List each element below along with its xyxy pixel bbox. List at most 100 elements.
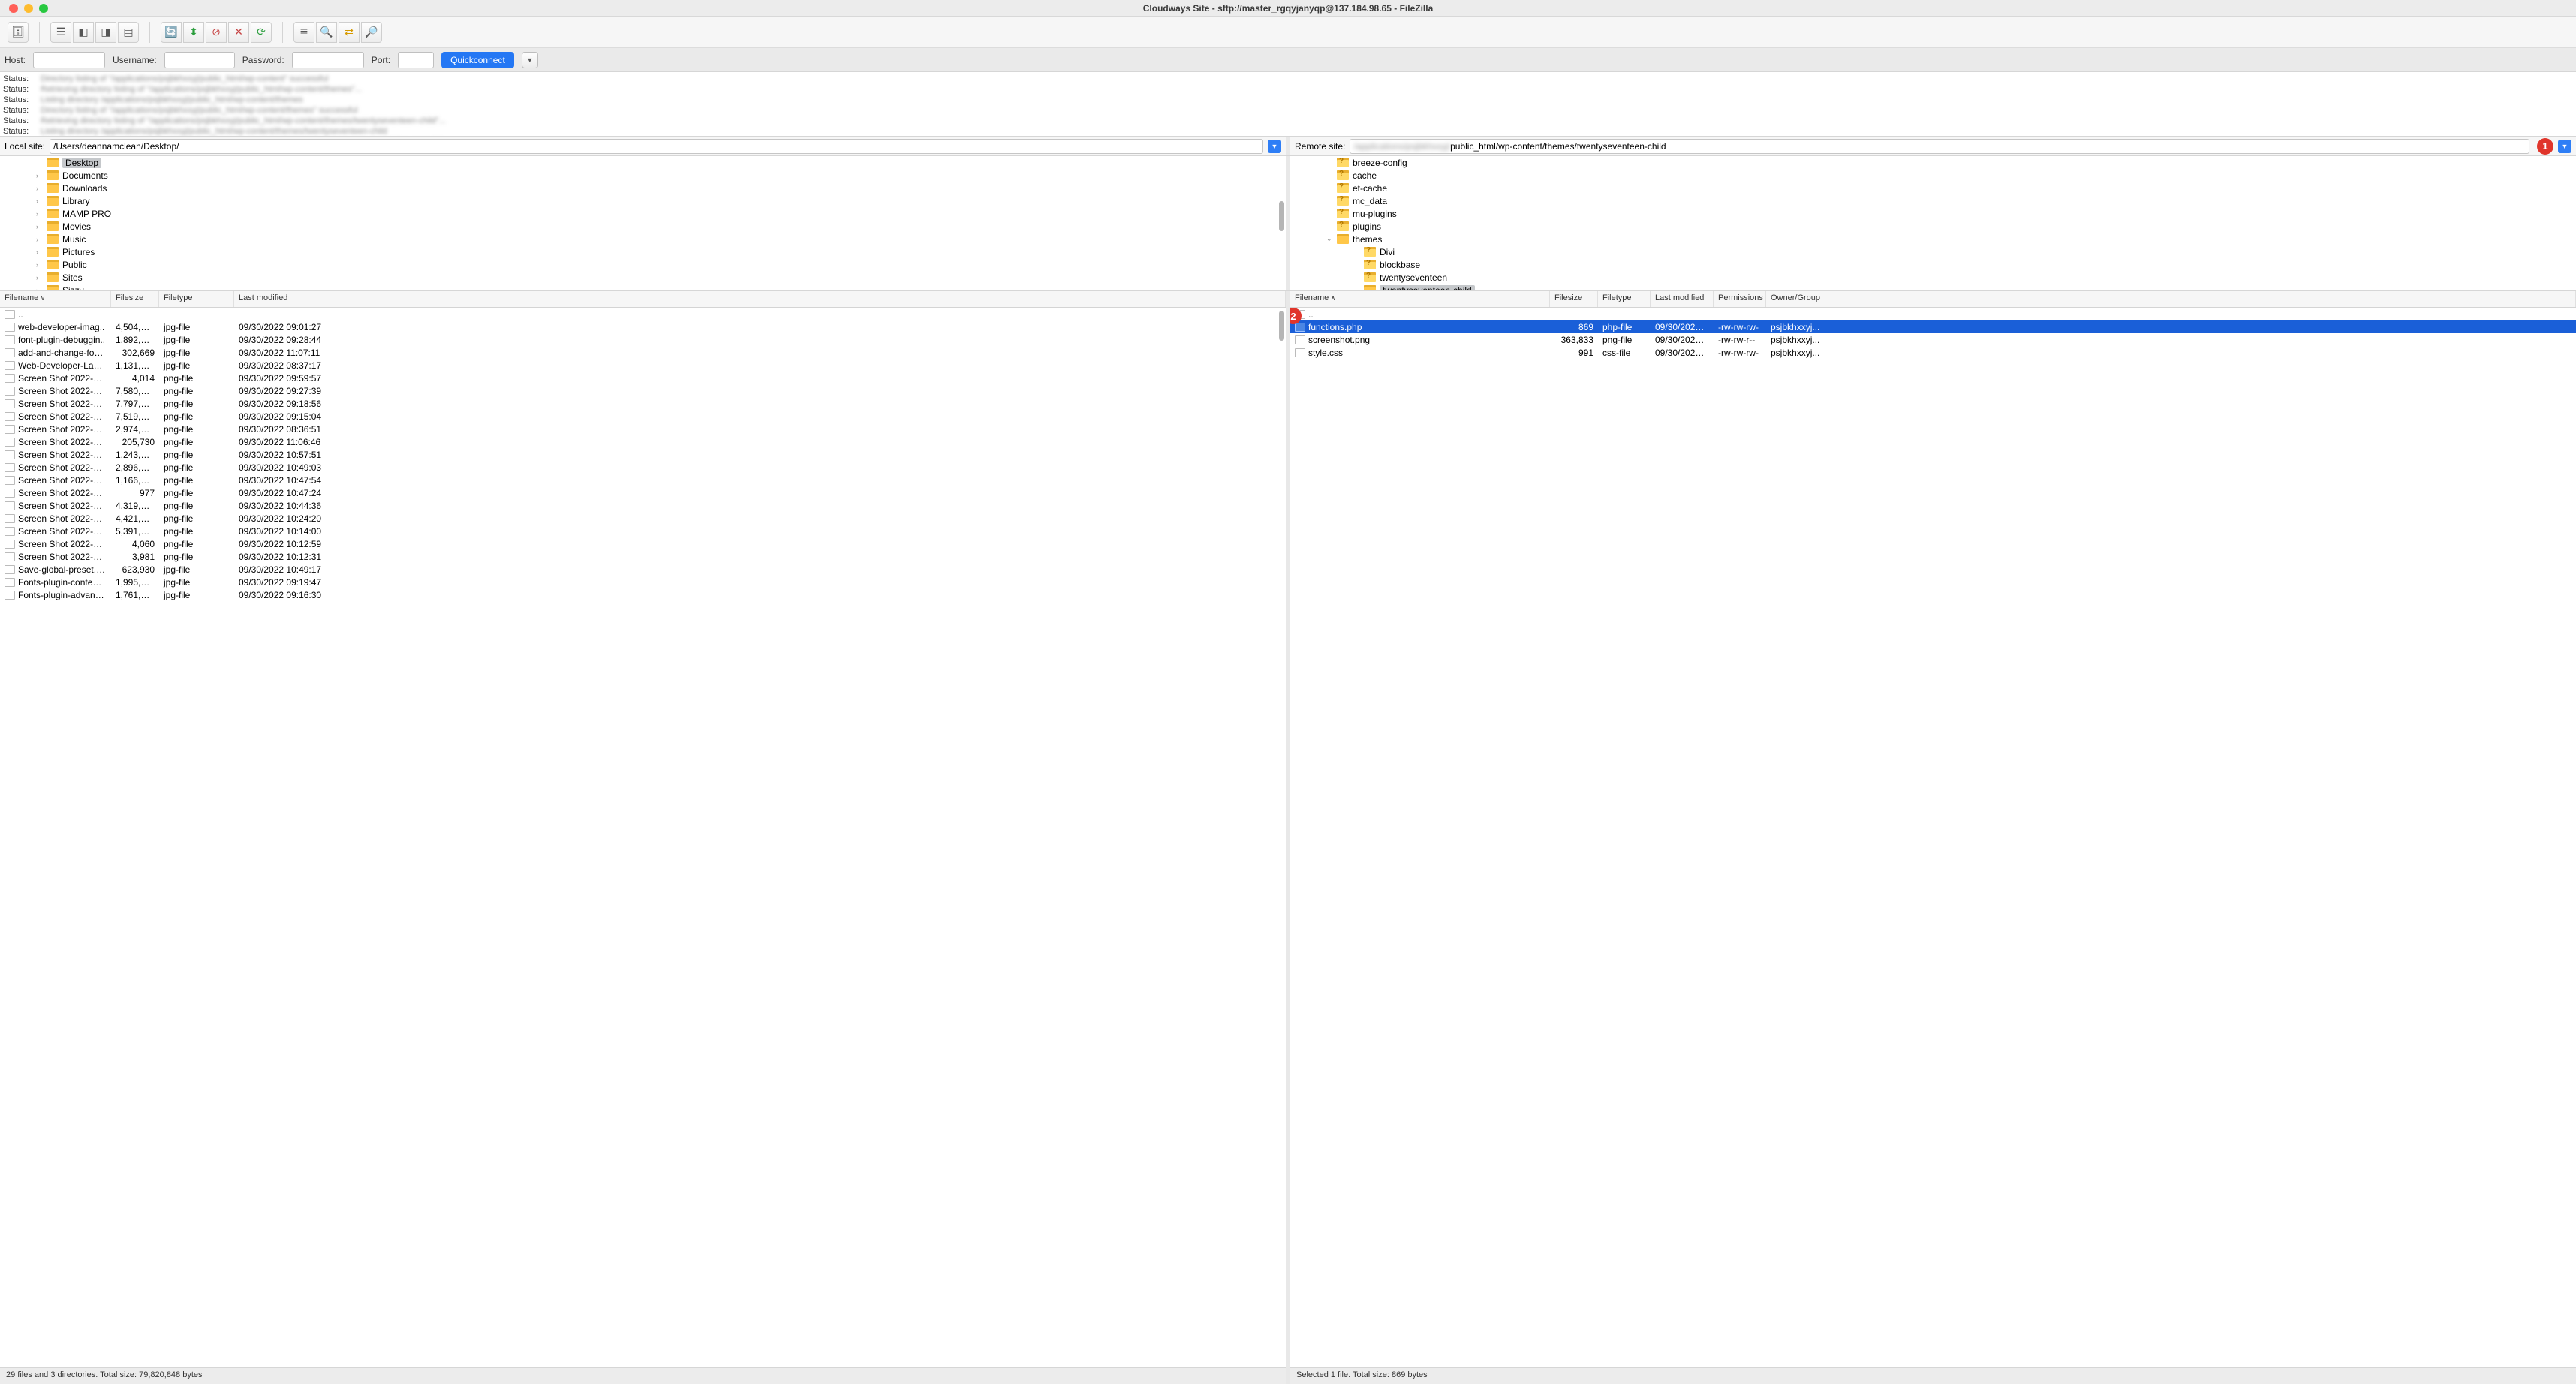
tree-item[interactable]: ›Sizzy: [0, 284, 1286, 290]
quickconnect-history-dropdown[interactable]: ▼: [522, 52, 538, 68]
col-filetype[interactable]: Filetype: [159, 291, 234, 307]
reconnect-button[interactable]: ⟳: [251, 22, 272, 43]
local-tree[interactable]: Desktop›Documents›Downloads›Library›MAMP…: [0, 156, 1286, 290]
disclosure-icon[interactable]: ›: [36, 210, 45, 218]
tree-item[interactable]: ›Downloads: [0, 182, 1286, 194]
col-modified[interactable]: Last modified: [1651, 291, 1714, 307]
col-permissions[interactable]: Permissions: [1714, 291, 1766, 307]
col-filesize[interactable]: Filesize: [111, 291, 159, 307]
file-row[interactable]: functions.php869php-file09/30/2022 1...-…: [1290, 320, 2576, 333]
file-row[interactable]: web-developer-imag..4,504,790jpg-file09/…: [0, 320, 1286, 333]
file-row[interactable]: Screen Shot 2022-09..1,166,474png-file09…: [0, 474, 1286, 486]
col-filename[interactable]: Filename: [1290, 291, 1550, 307]
disclosure-icon[interactable]: ›: [36, 274, 45, 281]
remote-site-input[interactable]: /applications/psjbkhxxyj/ public_html/wp…: [1350, 139, 2529, 154]
file-row[interactable]: Screen Shot 2022-09..7,797,810png-file09…: [0, 397, 1286, 410]
file-row[interactable]: Fonts-plugin-content...1,995,043jpg-file…: [0, 576, 1286, 588]
tree-item[interactable]: ›Sites: [0, 271, 1286, 284]
tree-item[interactable]: Desktop: [0, 156, 1286, 169]
tree-item[interactable]: ⌄themes: [1290, 233, 2576, 245]
tree-item[interactable]: et-cache: [1290, 182, 2576, 194]
file-row[interactable]: Screen Shot 2022-09..205,730png-file09/3…: [0, 435, 1286, 448]
tree-item[interactable]: blockbase: [1290, 258, 2576, 271]
tree-item[interactable]: mc_data: [1290, 194, 2576, 207]
search-button[interactable]: 🔎: [361, 22, 382, 43]
process-queue-button[interactable]: ⬍: [183, 22, 204, 43]
file-row[interactable]: Screen Shot 2022-09..2,974,217png-file09…: [0, 423, 1286, 435]
file-row[interactable]: ..: [1290, 308, 2576, 320]
tree-item[interactable]: ›Documents: [0, 169, 1286, 182]
file-row[interactable]: Screen Shot 2022-09..4,014png-file09/30/…: [0, 372, 1286, 384]
tree-item[interactable]: mu-plugins: [1290, 207, 2576, 220]
file-row[interactable]: Screen Shot 2022-09..5,391,968png-file09…: [0, 525, 1286, 537]
tree-item[interactable]: ›MAMP PRO: [0, 207, 1286, 220]
disclosure-icon[interactable]: ›: [36, 197, 45, 205]
file-row[interactable]: Web-Developer-Layo...1,131,777jpg-file09…: [0, 359, 1286, 372]
local-tree-scrollbar[interactable]: [1277, 156, 1286, 290]
tree-item[interactable]: Divi: [1290, 245, 2576, 258]
sync-browse-button[interactable]: ⇄: [339, 22, 360, 43]
file-row[interactable]: Fonts-plugin-advanc...1,761,059jpg-file0…: [0, 588, 1286, 601]
file-row[interactable]: Save-global-preset.jpg623,930jpg-file09/…: [0, 563, 1286, 576]
tree-item[interactable]: twentyseventeen-child: [1290, 284, 2576, 290]
tree-item[interactable]: cache: [1290, 169, 2576, 182]
toggle-transfer-queue-button[interactable]: ▤: [118, 22, 139, 43]
remote-file-body[interactable]: ..functions.php869php-file09/30/2022 1..…: [1290, 308, 2576, 1367]
file-row[interactable]: Screen Shot 2022-09..4,421,766png-file09…: [0, 512, 1286, 525]
file-row[interactable]: style.css991css-file09/30/2022 1...-rw-r…: [1290, 346, 2576, 359]
disclosure-icon[interactable]: ⌄: [1326, 235, 1335, 243]
file-row[interactable]: font-plugin-debuggin..1,892,853jpg-file0…: [0, 333, 1286, 346]
zoom-window-button[interactable]: [39, 4, 48, 13]
remote-file-header[interactable]: Filename Filesize Filetype Last modified…: [1290, 291, 2576, 308]
local-file-body[interactable]: ..web-developer-imag..4,504,790jpg-file0…: [0, 308, 1286, 1367]
minimize-window-button[interactable]: [24, 4, 33, 13]
quickconnect-button[interactable]: Quickconnect: [441, 52, 514, 68]
refresh-button[interactable]: 🔄: [161, 22, 182, 43]
tree-item[interactable]: breeze-config: [1290, 156, 2576, 169]
file-row[interactable]: Screen Shot 2022-09..7,580,200png-file09…: [0, 384, 1286, 397]
toggle-remote-tree-button[interactable]: ◨: [95, 22, 116, 43]
file-row[interactable]: Screen Shot 2022-09..7,519,087png-file09…: [0, 410, 1286, 423]
col-filename[interactable]: Filename: [0, 291, 111, 307]
compare-button[interactable]: 🔍: [316, 22, 337, 43]
col-filetype[interactable]: Filetype: [1598, 291, 1651, 307]
local-site-input[interactable]: /Users/deannamclean/Desktop/: [50, 139, 1263, 154]
file-row[interactable]: ..: [0, 308, 1286, 320]
disconnect-button[interactable]: ✕: [228, 22, 249, 43]
disclosure-icon[interactable]: ›: [36, 248, 45, 256]
disclosure-icon[interactable]: ›: [36, 236, 45, 243]
password-input[interactable]: [292, 52, 364, 68]
file-row[interactable]: Screen Shot 2022-09..4,060png-file09/30/…: [0, 537, 1286, 550]
local-file-header[interactable]: Filename Filesize Filetype Last modified: [0, 291, 1286, 308]
host-input[interactable]: [33, 52, 105, 68]
cancel-button[interactable]: ⊘: [206, 22, 227, 43]
file-row[interactable]: Screen Shot 2022-09..977png-file09/30/20…: [0, 486, 1286, 499]
local-site-dropdown[interactable]: ▼: [1268, 140, 1281, 153]
tree-item[interactable]: twentyseventeen: [1290, 271, 2576, 284]
username-input[interactable]: [164, 52, 235, 68]
disclosure-icon[interactable]: ›: [36, 287, 45, 291]
file-row[interactable]: Screen Shot 2022-09..2,896,655png-file09…: [0, 461, 1286, 474]
disclosure-icon[interactable]: ›: [36, 223, 45, 230]
tree-item[interactable]: ›Movies: [0, 220, 1286, 233]
file-row[interactable]: Screen Shot 2022-09..4,319,512png-file09…: [0, 499, 1286, 512]
disclosure-icon[interactable]: ›: [36, 172, 45, 179]
disclosure-icon[interactable]: ›: [36, 261, 45, 269]
tree-item[interactable]: ›Library: [0, 194, 1286, 207]
disclosure-icon[interactable]: ›: [36, 185, 45, 192]
remote-tree[interactable]: breeze-configcacheet-cachemc_datamu-plug…: [1290, 156, 2576, 290]
file-row[interactable]: add-and-change-font..302,669jpg-file09/3…: [0, 346, 1286, 359]
file-row[interactable]: screenshot.png363,833png-file09/30/2022 …: [1290, 333, 2576, 346]
remote-site-dropdown[interactable]: ▼: [2558, 140, 2571, 153]
filter-button[interactable]: ≣: [293, 22, 314, 43]
col-filesize[interactable]: Filesize: [1550, 291, 1598, 307]
toggle-local-tree-button[interactable]: ◧: [73, 22, 94, 43]
local-files-scrollbar[interactable]: [1277, 291, 1286, 1367]
file-row[interactable]: Screen Shot 2022-09..1,243,435png-file09…: [0, 448, 1286, 461]
tree-item[interactable]: ›Public: [0, 258, 1286, 271]
toggle-log-button[interactable]: ☰: [50, 22, 71, 43]
tree-item[interactable]: ›Pictures: [0, 245, 1286, 258]
port-input[interactable]: [398, 52, 434, 68]
col-owner[interactable]: Owner/Group: [1766, 291, 2576, 307]
file-row[interactable]: Screen Shot 2022-09..3,981png-file09/30/…: [0, 550, 1286, 563]
